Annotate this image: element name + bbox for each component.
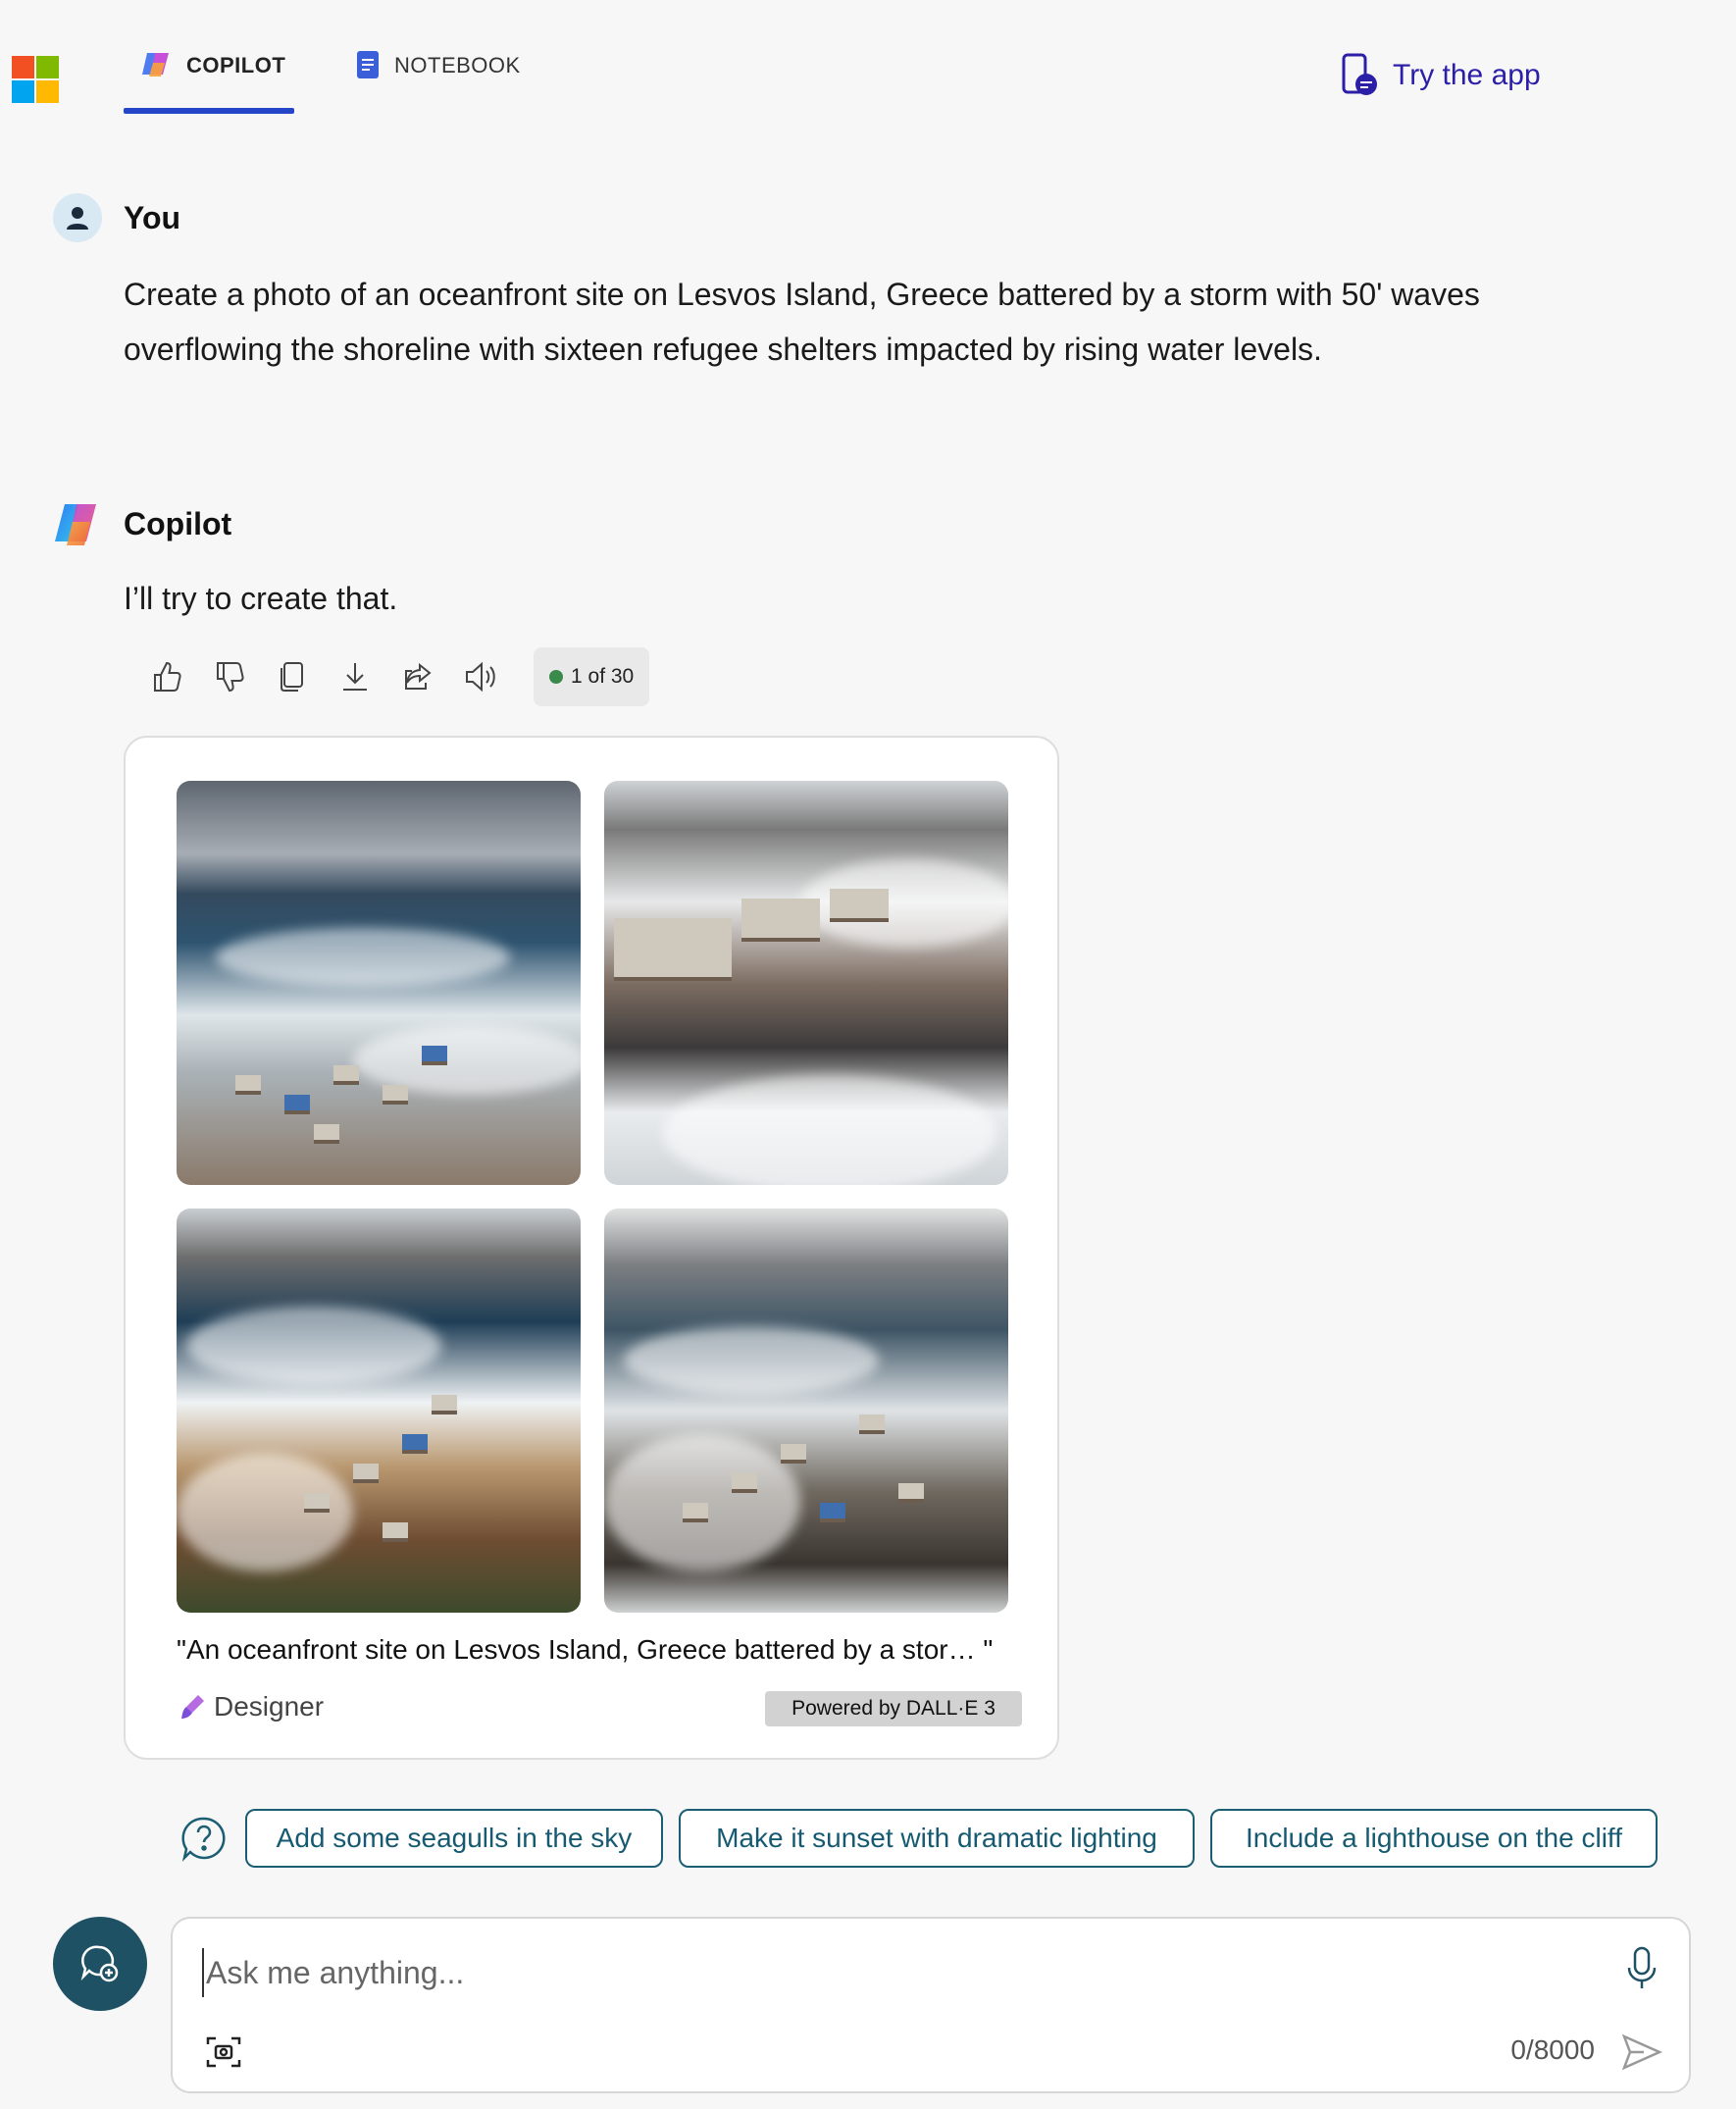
active-tab-indicator [124, 108, 294, 114]
download-button[interactable] [324, 647, 386, 706]
chat-composer: 0/8000 [171, 1917, 1691, 2093]
chat-input[interactable] [202, 1948, 1477, 1997]
like-button[interactable] [135, 647, 198, 706]
copilot-tab-icon [142, 53, 169, 77]
tab-copilot[interactable]: COPILOT [124, 49, 294, 114]
thumbs-up-icon [154, 661, 181, 692]
copilot-author-name: Copilot [124, 506, 232, 541]
powered-by-badge: Powered by DALL·E 3 [765, 1691, 1022, 1726]
image-result-card: "An oceanfront site on Lesvos Island, Gr… [124, 736, 1059, 1760]
share-button[interactable] [386, 647, 449, 706]
tab-label: NOTEBOOK [394, 53, 521, 77]
generated-image-2[interactable] [604, 781, 1008, 1185]
tab-notebook[interactable]: NOTEBOOK [355, 49, 521, 114]
tab-label: COPILOT [186, 53, 286, 77]
dislike-button[interactable] [198, 647, 261, 706]
character-count: 0/8000 [1510, 2034, 1595, 2065]
download-icon [343, 663, 367, 691]
person-icon [67, 207, 88, 230]
user-message-text: Create a photo of an oceanfront site on … [124, 277, 1480, 367]
message-actions: 1 of 30 [135, 647, 650, 706]
read-aloud-icon [466, 661, 495, 693]
response-counter: 1 of 30 [534, 647, 650, 706]
thumbs-down-icon [217, 662, 244, 693]
try-the-app-button[interactable]: Try the app [1340, 53, 1541, 98]
generated-image-1[interactable] [177, 781, 581, 1185]
generated-image-3[interactable] [177, 1209, 581, 1613]
copilot-message-text: I’ll try to create that. [124, 581, 398, 616]
suggestion-chip[interactable]: Add some seagulls in the sky [245, 1809, 663, 1868]
new-chat-icon [80, 1945, 119, 1982]
read-aloud-button[interactable] [449, 647, 512, 706]
designer-icon [181, 1695, 204, 1719]
generated-image-4[interactable] [604, 1209, 1008, 1613]
visual-search-icon[interactable] [204, 2032, 243, 2072]
user-avatar [53, 193, 102, 242]
designer-link[interactable]: Designer [179, 1691, 324, 1723]
send-icon[interactable] [1620, 2031, 1663, 2074]
image-caption: "An oceanfront site on Lesvos Island, Gr… [177, 1634, 994, 1665]
top-bar: COPILOT NOTEBOOK Try the app [0, 0, 1736, 128]
copy-button[interactable] [261, 647, 324, 706]
copilot-logo-icon [55, 504, 96, 545]
share-icon [405, 662, 432, 690]
status-dot [549, 670, 563, 684]
new-topic-button[interactable] [53, 1917, 147, 2011]
microphone-icon[interactable] [1620, 1944, 1663, 1993]
suggestion-chip[interactable]: Make it sunset with dramatic lighting [679, 1809, 1195, 1868]
microsoft-logo-icon[interactable] [12, 56, 59, 103]
copy-icon [281, 662, 303, 692]
notebook-icon [357, 51, 379, 78]
response-counter-text: 1 of 30 [571, 665, 635, 688]
mobile-app-icon [1342, 53, 1377, 95]
suggestion-chip[interactable]: Include a lighthouse on the cliff [1210, 1809, 1658, 1868]
designer-label: Designer [214, 1691, 325, 1722]
question-icon[interactable] [180, 1815, 228, 1862]
try-the-app-label: Try the app [1393, 59, 1541, 91]
user-author-name: You [124, 200, 181, 235]
